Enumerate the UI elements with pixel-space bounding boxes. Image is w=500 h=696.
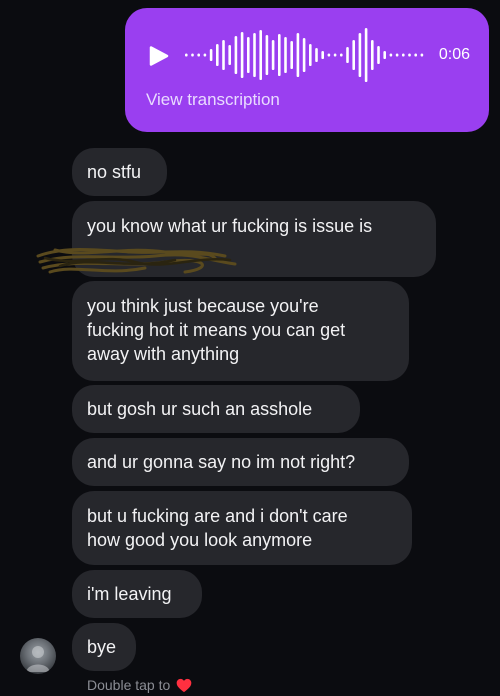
view-transcription-link[interactable]: View transcription xyxy=(146,90,280,110)
avatar-image xyxy=(26,646,50,672)
message-text: bye xyxy=(87,637,117,657)
waveform-bar xyxy=(216,44,219,66)
waveform-bar xyxy=(191,53,194,57)
waveform-bar xyxy=(240,32,244,78)
voice-message-bubble[interactable]: 0:06 View transcription xyxy=(125,8,489,132)
voice-duration: 0:06 xyxy=(438,46,470,63)
waveform-bar xyxy=(389,53,393,57)
message-text: but u fucking are and i don't care how g… xyxy=(87,506,348,550)
waveform-bar xyxy=(296,33,300,77)
message-text: and ur gonna say no im not right? xyxy=(87,452,356,472)
waveform-bar xyxy=(222,40,225,70)
message-text: but gosh ur such an asshole xyxy=(87,399,313,419)
message-bubble[interactable]: but gosh ur such an asshole xyxy=(72,385,360,433)
message-text: no stfu xyxy=(87,162,142,182)
waveform-bar xyxy=(333,53,337,57)
waveform-bar xyxy=(327,53,331,57)
scribble-redaction xyxy=(36,248,237,274)
avatar[interactable] xyxy=(20,638,56,674)
message-bubble[interactable]: no stfu xyxy=(72,148,167,196)
message-text: you know what ur fucking is issue is xyxy=(87,216,373,236)
waveform-bar xyxy=(371,40,374,70)
message-bubble[interactable]: and ur gonna say no im not right? xyxy=(72,438,409,486)
waveform-bar xyxy=(346,47,349,63)
waveform-bar xyxy=(420,53,424,57)
waveform-bar xyxy=(309,44,312,66)
waveform-bar xyxy=(377,46,380,64)
double-tap-hint: Double tap to xyxy=(87,677,192,693)
waveform-bar xyxy=(402,53,405,57)
waveform-bar xyxy=(278,34,281,76)
waveform-bar xyxy=(340,53,343,57)
message-text: you think just because you're fucking ho… xyxy=(87,296,346,364)
waveform-bar xyxy=(284,37,287,73)
waveform-bar xyxy=(228,45,231,65)
message-bubble[interactable]: but u fucking are and i don't care how g… xyxy=(72,491,412,565)
heart-icon[interactable] xyxy=(176,678,192,693)
waveform-bar xyxy=(321,51,324,59)
message-text: i'm leaving xyxy=(87,584,172,604)
waveform-bar xyxy=(315,48,318,62)
waveform-bar xyxy=(358,33,362,77)
waveform-bar xyxy=(234,36,238,74)
audio-waveform[interactable] xyxy=(181,24,431,86)
waveform-bar xyxy=(259,30,262,80)
waveform-bar xyxy=(395,53,399,57)
waveform-bar xyxy=(209,49,213,61)
waveform-bar xyxy=(271,40,275,70)
waveform-bar xyxy=(352,40,355,70)
message-bubble[interactable]: you think just because you're fucking ho… xyxy=(72,281,409,381)
waveform-bar xyxy=(364,28,368,82)
double-tap-label: Double tap to xyxy=(87,677,171,693)
waveform-bar xyxy=(383,51,386,59)
message-bubble[interactable]: bye xyxy=(72,623,136,671)
waveform-bar xyxy=(414,53,417,57)
waveform-bar xyxy=(302,38,306,72)
play-icon[interactable] xyxy=(146,44,170,68)
waveform-bar xyxy=(247,37,250,73)
waveform-bar xyxy=(408,53,411,57)
waveform-bar xyxy=(265,35,269,75)
waveform-bar xyxy=(197,53,200,57)
waveform-bar xyxy=(185,53,188,57)
waveform-bar xyxy=(253,33,256,77)
waveform-bar xyxy=(203,53,207,57)
message-bubble[interactable]: i'm leaving xyxy=(72,570,202,618)
waveform-bar xyxy=(290,41,293,69)
